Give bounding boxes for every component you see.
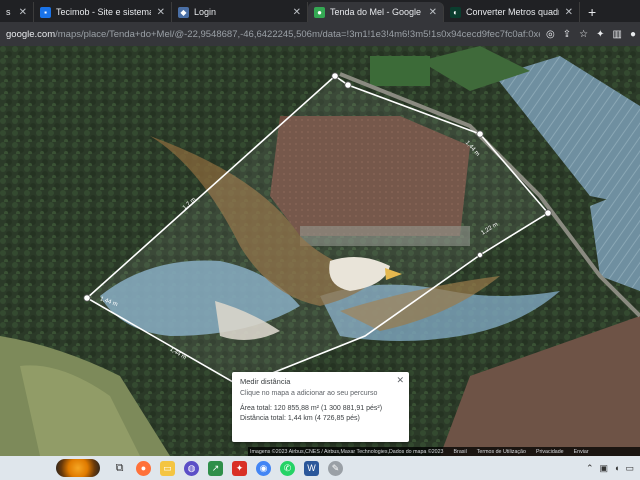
measure-distance-panel: ✕ Medir distância Clique no mapa a adici… xyxy=(232,372,409,442)
map-attribution: Imagens ©2023 Airbus,CNES / Airbus,Maxar… xyxy=(248,447,640,456)
measure-hint: Clique no mapa a adicionar ao seu percur… xyxy=(240,390,378,397)
imagery-credit: Imagens ©2023 Airbus,CNES / Airbus,Maxar… xyxy=(250,448,444,455)
close-icon[interactable]: ✕ xyxy=(157,7,165,18)
url-host: google.com xyxy=(6,28,56,40)
whatsapp-icon[interactable]: ✆ xyxy=(280,460,295,476)
close-icon[interactable]: ✕ xyxy=(565,7,573,18)
measure-title: Medir distância xyxy=(240,377,291,386)
send-feedback-link[interactable]: Enviar xyxy=(574,449,589,455)
tab-title: Login xyxy=(194,7,217,17)
close-icon[interactable]: ✕ xyxy=(293,7,301,18)
tab-bar: s qu ✕ ▪ Tecimob - Site e sistema para ✕… xyxy=(0,0,640,22)
close-icon[interactable]: ✕ xyxy=(396,375,404,386)
google-maps-icon: ● xyxy=(314,6,325,18)
new-tab-button[interactable]: + xyxy=(580,2,604,22)
tab-title: s qu xyxy=(6,7,13,17)
chrome-icon[interactable]: ◉ xyxy=(256,460,271,476)
converter-icon: ◐ xyxy=(450,6,461,18)
acrobat-icon[interactable]: ✦ xyxy=(232,460,247,476)
shield-icon: ◆ xyxy=(178,6,189,18)
total-distance: Distância total: 1,44 km (4 726,85 pés) xyxy=(240,415,360,422)
taskbar-weather-widget[interactable] xyxy=(56,459,100,477)
url-path: /maps/place/Tenda+do+Mel/@-22,9548687,-4… xyxy=(55,28,541,40)
share-icon[interactable]: ⇪ xyxy=(563,29,571,40)
paint-icon[interactable]: ✎ xyxy=(328,460,343,476)
profile-icon[interactable]: ● xyxy=(630,29,636,40)
url-field[interactable]: google.com/maps/place/Tenda+do+Mel/@-22,… xyxy=(4,29,540,40)
country-link[interactable]: Brasil xyxy=(454,449,467,455)
tab-converter[interactable]: ◐ Converter Metros quadrado ✕ xyxy=(444,2,580,22)
firefox-icon[interactable]: ● xyxy=(136,460,151,476)
tab-login[interactable]: ◆ Login ✕ xyxy=(172,2,308,22)
close-icon[interactable]: ✕ xyxy=(19,7,27,18)
address-bar[interactable]: google.com/maps/place/Tenda+do+Mel/@-22,… xyxy=(0,22,640,46)
file-explorer-icon[interactable]: ▭ xyxy=(160,460,175,476)
tab-title: Converter Metros quadrado xyxy=(466,7,559,17)
bookmark-star-icon[interactable]: ☆ xyxy=(579,29,588,40)
google-lens-icon[interactable]: ◎ xyxy=(546,29,555,40)
measure-vertex[interactable] xyxy=(344,81,352,89)
tecimob-icon: ▪ xyxy=(40,6,51,18)
task-view-icon[interactable]: ⧉ xyxy=(112,461,127,476)
speaker-icon[interactable]: ◖ xyxy=(614,463,619,473)
tab-tenda-do-mel[interactable]: ● Tenda do Mel - Google Maps ✕ xyxy=(308,2,444,22)
close-icon[interactable]: ✕ xyxy=(429,7,437,18)
tab-title: Tecimob - Site e sistema para xyxy=(56,7,151,17)
tab-title: Tenda do Mel - Google Maps xyxy=(330,7,423,17)
chevron-up-icon[interactable]: ⌃ xyxy=(586,463,594,474)
word-icon[interactable]: W xyxy=(304,460,319,476)
display-icon[interactable]: ▭ xyxy=(625,463,634,474)
measure-vertex[interactable] xyxy=(476,251,483,258)
sidebar-icon[interactable]: ▥ xyxy=(613,29,622,40)
total-area: Área total: 120 855,88 m² (1 300 881,91 … xyxy=(240,405,383,412)
extensions-icon[interactable]: ✦ xyxy=(596,29,604,40)
network-icon[interactable]: ▣ xyxy=(600,463,609,474)
privacy-link[interactable]: Privacidade xyxy=(536,449,564,455)
measure-vertex[interactable] xyxy=(331,72,339,80)
measure-vertex[interactable] xyxy=(83,294,91,302)
app-green-icon[interactable]: ↗ xyxy=(208,460,223,476)
terms-link[interactable]: Termos de Utilização xyxy=(477,449,526,455)
measure-vertex[interactable] xyxy=(544,209,552,217)
measure-vertex[interactable] xyxy=(476,130,484,138)
tab-0[interactable]: s qu ✕ xyxy=(0,2,34,22)
taskbar: ⧉ ● ▭ ◍ ↗ ✦ ◉ ✆ W ✎ ⌃ ▣ ◖ ▭ xyxy=(0,456,640,480)
vpn-icon[interactable]: ◍ xyxy=(184,460,199,476)
tab-tecimob[interactable]: ▪ Tecimob - Site e sistema para ✕ xyxy=(34,2,172,22)
